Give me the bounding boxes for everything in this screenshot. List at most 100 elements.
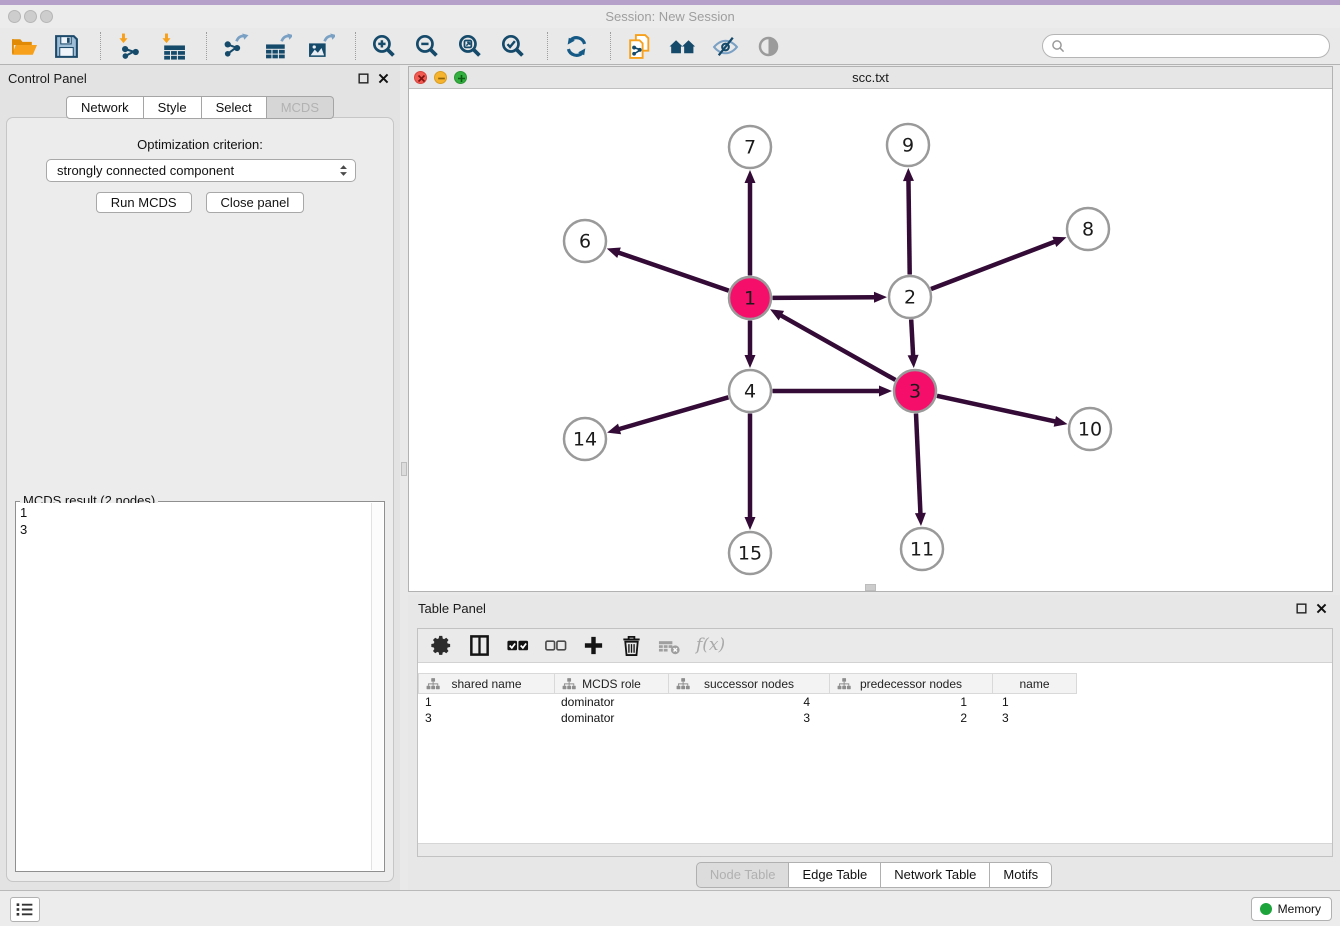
horizontal-scrollbar[interactable] <box>418 843 1332 856</box>
tab-mcds[interactable]: MCDS <box>267 96 334 119</box>
graph-edge-2-3[interactable] <box>911 319 913 357</box>
column-header-name[interactable]: name <box>993 673 1077 694</box>
graph-edge-3-1[interactable] <box>780 315 896 380</box>
graph-edge-arrowhead <box>607 248 621 258</box>
table-cell[interactable]: 4 <box>669 694 830 710</box>
toolbar-separator <box>610 32 612 60</box>
splitter-handle[interactable] <box>401 462 407 476</box>
tab-network-table[interactable]: Network Table <box>881 862 990 888</box>
tab-style[interactable]: Style <box>144 96 202 119</box>
column-header-shared-name[interactable]: shared name <box>418 673 555 694</box>
graph-edge-2-8[interactable] <box>931 241 1056 289</box>
run-mcds-button[interactable]: Run MCDS <box>96 192 192 213</box>
main-titlebar: Session: New Session <box>0 5 1340 28</box>
graph-edge-arrowhead <box>879 386 892 397</box>
export-image-icon[interactable] <box>308 33 335 60</box>
zoom-out-icon[interactable] <box>414 33 441 60</box>
panel-splitter[interactable] <box>400 65 408 890</box>
import-network-icon[interactable] <box>116 33 143 60</box>
table-panel: Table Panel f(x) shared nameMCDS rolesuc… <box>408 595 1340 890</box>
graph-edge-arrowhead <box>1052 237 1066 247</box>
export-network-icon[interactable] <box>222 33 249 60</box>
optimization-criterion-label: Optimization criterion: <box>7 137 393 152</box>
tab-node-table[interactable]: Node Table <box>696 862 790 888</box>
table-body: 1dominator4113dominator323 <box>418 694 1332 844</box>
add-column-icon[interactable] <box>582 634 605 657</box>
column-header-successor-nodes[interactable]: successor nodes <box>669 673 830 694</box>
zoom-fit-icon[interactable] <box>457 33 484 60</box>
graph-edge-1-6[interactable] <box>617 252 729 291</box>
close-panel-icon[interactable] <box>1315 602 1328 615</box>
float-panel-icon[interactable] <box>357 72 370 85</box>
graph-node-label: 4 <box>744 381 756 403</box>
table-cell[interactable]: 1 <box>830 694 993 710</box>
table-cell[interactable]: 3 <box>669 710 830 726</box>
graph-edge-arrowhead <box>1054 416 1068 427</box>
dropdown-value: strongly connected component <box>57 163 234 178</box>
network-canvas[interactable]: 7968124314101511 <box>409 89 1332 591</box>
memory-status-dot <box>1260 903 1272 915</box>
result-item[interactable]: 1 <box>20 504 368 521</box>
import-table-icon[interactable] <box>159 33 186 60</box>
columns-icon[interactable] <box>468 634 491 657</box>
tab-edge-table[interactable]: Edge Table <box>789 862 881 888</box>
table-row[interactable]: 1dominator411 <box>418 694 1332 710</box>
optimization-criterion-select[interactable]: strongly connected component <box>46 159 356 182</box>
table-cell[interactable]: 1 <box>993 694 1077 710</box>
save-icon[interactable] <box>53 33 80 60</box>
result-scrollbar[interactable] <box>371 503 383 870</box>
task-history-button[interactable] <box>10 897 40 922</box>
table-cell[interactable]: 3 <box>418 710 555 726</box>
zoom-in-icon[interactable] <box>371 33 398 60</box>
deselect-all-icon[interactable] <box>544 634 567 657</box>
tab-motifs[interactable]: Motifs <box>990 862 1052 888</box>
graph-edge-2-9[interactable] <box>908 179 909 275</box>
column-header-label: name <box>1019 677 1049 691</box>
open-folder-icon[interactable] <box>10 33 37 60</box>
table-cell[interactable]: dominator <box>555 710 669 726</box>
select-all-icon[interactable] <box>506 634 529 657</box>
graph-node-label: 9 <box>902 135 914 157</box>
mcds-result-list[interactable]: 13 <box>17 503 371 870</box>
network-window-titlebar[interactable]: scc.txt <box>409 67 1332 89</box>
network-window-title: scc.txt <box>409 70 1332 85</box>
graph-node-label: 7 <box>744 137 756 159</box>
export-table-icon[interactable] <box>265 33 292 60</box>
table-cell[interactable]: 2 <box>830 710 993 726</box>
table-cell[interactable]: 3 <box>993 710 1077 726</box>
graph-node-label: 14 <box>573 429 597 451</box>
column-header-predecessor-nodes[interactable]: predecessor nodes <box>830 673 993 694</box>
duplicate-network-icon[interactable] <box>626 33 653 60</box>
memory-button[interactable]: Memory <box>1251 897 1332 921</box>
table-cell[interactable]: dominator <box>555 694 669 710</box>
graph-edge-4-14[interactable] <box>618 397 729 429</box>
gear-icon[interactable] <box>430 634 453 657</box>
hierarchy-icon <box>837 677 851 691</box>
status-bar: Memory <box>0 890 1340 926</box>
refresh-icon[interactable] <box>563 33 590 60</box>
graph-edge-3-10[interactable] <box>937 396 1057 422</box>
tab-network[interactable]: Network <box>66 96 144 119</box>
tab-select[interactable]: Select <box>202 96 267 119</box>
close-panel-icon[interactable] <box>377 72 390 85</box>
search-input[interactable] <box>1042 34 1330 58</box>
column-header-MCDS-role[interactable]: MCDS role <box>555 673 669 694</box>
zoom-selected-icon[interactable] <box>500 33 527 60</box>
search-icon <box>1051 39 1066 54</box>
hide-details-eye-icon[interactable] <box>712 33 739 60</box>
control-panel: Control Panel NetworkStyleSelectMCDS Opt… <box>0 65 400 890</box>
window-title: Session: New Session <box>0 9 1340 24</box>
trash-icon[interactable] <box>620 634 643 657</box>
homes-icon[interactable] <box>669 33 696 60</box>
table-row[interactable]: 3dominator323 <box>418 710 1332 726</box>
close-panel-button[interactable]: Close panel <box>206 192 305 213</box>
table-cell[interactable]: 1 <box>418 694 555 710</box>
window-resize-grip[interactable] <box>865 584 876 591</box>
result-item[interactable]: 3 <box>20 521 368 538</box>
chevron-updown-icon <box>336 163 351 178</box>
graph-edge-1-2[interactable] <box>772 297 876 298</box>
graph-edge-3-11[interactable] <box>916 413 920 515</box>
toolbar-separator <box>206 32 208 60</box>
network-graph[interactable]: 7968124314101511 <box>409 89 1332 591</box>
float-panel-icon[interactable] <box>1295 602 1308 615</box>
